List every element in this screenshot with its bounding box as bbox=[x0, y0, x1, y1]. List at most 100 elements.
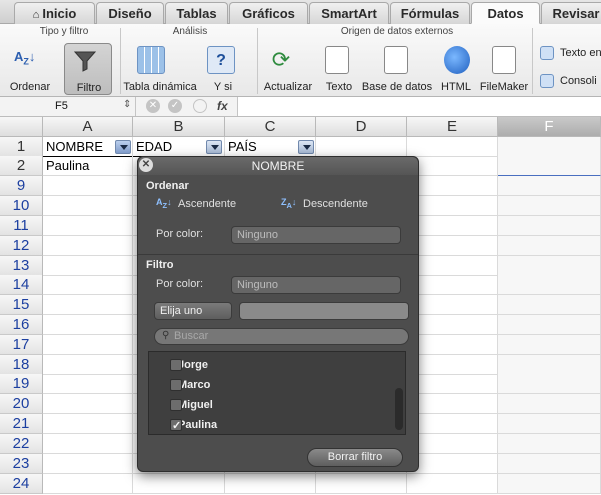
search-field[interactable]: ⚲ Buscar bbox=[154, 328, 409, 345]
cell[interactable] bbox=[407, 315, 498, 335]
tab-tablas[interactable]: Tablas bbox=[165, 2, 228, 24]
filter-color-select[interactable]: Ninguno bbox=[231, 276, 401, 294]
cancel-circle-icon[interactable]: ✕ bbox=[146, 99, 160, 113]
formula-input[interactable] bbox=[237, 97, 601, 116]
row-header-18[interactable]: 18 bbox=[0, 355, 43, 375]
column-header-a[interactable]: A bbox=[43, 117, 133, 137]
fx-button[interactable]: fx bbox=[217, 99, 228, 113]
row-header-19[interactable]: 19 bbox=[0, 374, 43, 394]
name-box[interactable]: F5 bbox=[0, 97, 136, 116]
cell[interactable] bbox=[498, 196, 601, 216]
checkbox[interactable] bbox=[170, 399, 182, 411]
row-header-14[interactable]: 14 bbox=[0, 275, 43, 295]
column-header-e[interactable]: E bbox=[407, 117, 498, 137]
row-header-22[interactable]: 22 bbox=[0, 434, 43, 454]
row-header-23[interactable]: 23 bbox=[0, 454, 43, 474]
row-header-20[interactable]: 20 bbox=[0, 394, 43, 414]
tab-formulas[interactable]: Fórmulas bbox=[390, 2, 470, 24]
cell[interactable] bbox=[43, 196, 133, 216]
sort-color-select[interactable]: Ninguno bbox=[231, 226, 401, 244]
cell[interactable] bbox=[43, 434, 133, 454]
cell[interactable] bbox=[498, 355, 601, 375]
cell[interactable] bbox=[407, 335, 498, 355]
filter-button[interactable]: Filtro bbox=[64, 43, 112, 95]
cell[interactable] bbox=[498, 454, 601, 474]
column-header-c[interactable]: C bbox=[225, 117, 316, 137]
cell[interactable] bbox=[498, 156, 601, 176]
cell[interactable] bbox=[498, 474, 601, 494]
cell[interactable] bbox=[407, 156, 498, 176]
filter-list-item[interactable]: Jorge bbox=[148, 355, 392, 375]
cell[interactable] bbox=[498, 176, 601, 196]
cell-a2[interactable]: Paulina bbox=[43, 156, 133, 176]
cell[interactable] bbox=[43, 295, 133, 315]
tab-diseno[interactable]: Diseño bbox=[96, 2, 164, 24]
row-header-11[interactable]: 11 bbox=[0, 216, 43, 236]
row-header-17[interactable]: 17 bbox=[0, 335, 43, 355]
cell[interactable] bbox=[43, 275, 133, 295]
function-circle-icon[interactable] bbox=[193, 99, 207, 113]
cell[interactable] bbox=[407, 355, 498, 375]
cell[interactable] bbox=[407, 236, 498, 256]
cell[interactable] bbox=[316, 474, 407, 494]
filter-list-item[interactable]: Paulina bbox=[148, 415, 392, 436]
tab-revisar[interactable]: Revisar bbox=[541, 2, 601, 24]
column-header-b[interactable]: B bbox=[133, 117, 225, 137]
tab-inicio[interactable]: ⌂ Inicio bbox=[14, 2, 95, 24]
cell[interactable] bbox=[407, 196, 498, 216]
cell[interactable] bbox=[498, 374, 601, 394]
cell[interactable] bbox=[407, 414, 498, 434]
filter-dropdown-edad[interactable] bbox=[206, 140, 222, 154]
select-all-corner[interactable] bbox=[0, 117, 43, 137]
cell[interactable] bbox=[43, 315, 133, 335]
cell[interactable] bbox=[498, 275, 601, 295]
cell[interactable] bbox=[498, 236, 601, 256]
row-header-13[interactable]: 13 bbox=[0, 256, 43, 276]
cell[interactable] bbox=[225, 474, 316, 494]
cell[interactable] bbox=[43, 236, 133, 256]
tab-datos[interactable]: Datos bbox=[471, 2, 540, 24]
cell[interactable] bbox=[407, 474, 498, 494]
list-scrollbar[interactable] bbox=[395, 388, 403, 430]
cell[interactable] bbox=[43, 374, 133, 394]
cell[interactable] bbox=[43, 355, 133, 375]
cell[interactable] bbox=[43, 454, 133, 474]
cell[interactable] bbox=[407, 374, 498, 394]
cell[interactable] bbox=[498, 295, 601, 315]
row-header-2[interactable]: 2 bbox=[0, 156, 43, 176]
cell[interactable] bbox=[133, 474, 225, 494]
cell[interactable] bbox=[43, 216, 133, 236]
row-header-16[interactable]: 16 bbox=[0, 315, 43, 335]
cell[interactable] bbox=[407, 256, 498, 276]
cell[interactable] bbox=[316, 137, 407, 157]
row-header-10[interactable]: 10 bbox=[0, 196, 43, 216]
row-header-9[interactable]: 9 bbox=[0, 176, 43, 196]
cell[interactable] bbox=[407, 434, 498, 454]
cell[interactable] bbox=[407, 454, 498, 474]
filter-list-item[interactable]: Marco bbox=[148, 375, 392, 395]
checkbox[interactable] bbox=[170, 379, 182, 391]
clear-filter-button[interactable]: Borrar filtro bbox=[307, 448, 403, 467]
cell[interactable] bbox=[43, 394, 133, 414]
filter-dropdown-pais[interactable] bbox=[298, 140, 314, 154]
cell[interactable] bbox=[43, 176, 133, 196]
confirm-circle-icon[interactable]: ✓ bbox=[168, 99, 182, 113]
filter-list-item[interactable]: Miguel bbox=[148, 395, 392, 415]
tab-graficos[interactable]: Gráficos bbox=[229, 2, 308, 24]
row-header-21[interactable]: 21 bbox=[0, 414, 43, 434]
cell[interactable] bbox=[498, 315, 601, 335]
popup-close-icon[interactable]: ✕ bbox=[139, 158, 153, 172]
cell[interactable] bbox=[407, 295, 498, 315]
condition-select[interactable]: Elija uno bbox=[154, 302, 232, 320]
cell[interactable] bbox=[407, 216, 498, 236]
cell[interactable] bbox=[498, 394, 601, 414]
column-header-f[interactable]: F bbox=[498, 117, 601, 137]
sort-ascending-button[interactable]: AZ↓ Ascendente bbox=[156, 197, 266, 213]
checkbox[interactable] bbox=[170, 416, 182, 436]
cell[interactable] bbox=[498, 216, 601, 236]
filter-dropdown-nombre[interactable] bbox=[115, 140, 131, 154]
cell[interactable] bbox=[498, 414, 601, 434]
condition-value-select[interactable] bbox=[239, 302, 409, 320]
cell[interactable] bbox=[407, 176, 498, 196]
cell[interactable] bbox=[407, 137, 498, 157]
